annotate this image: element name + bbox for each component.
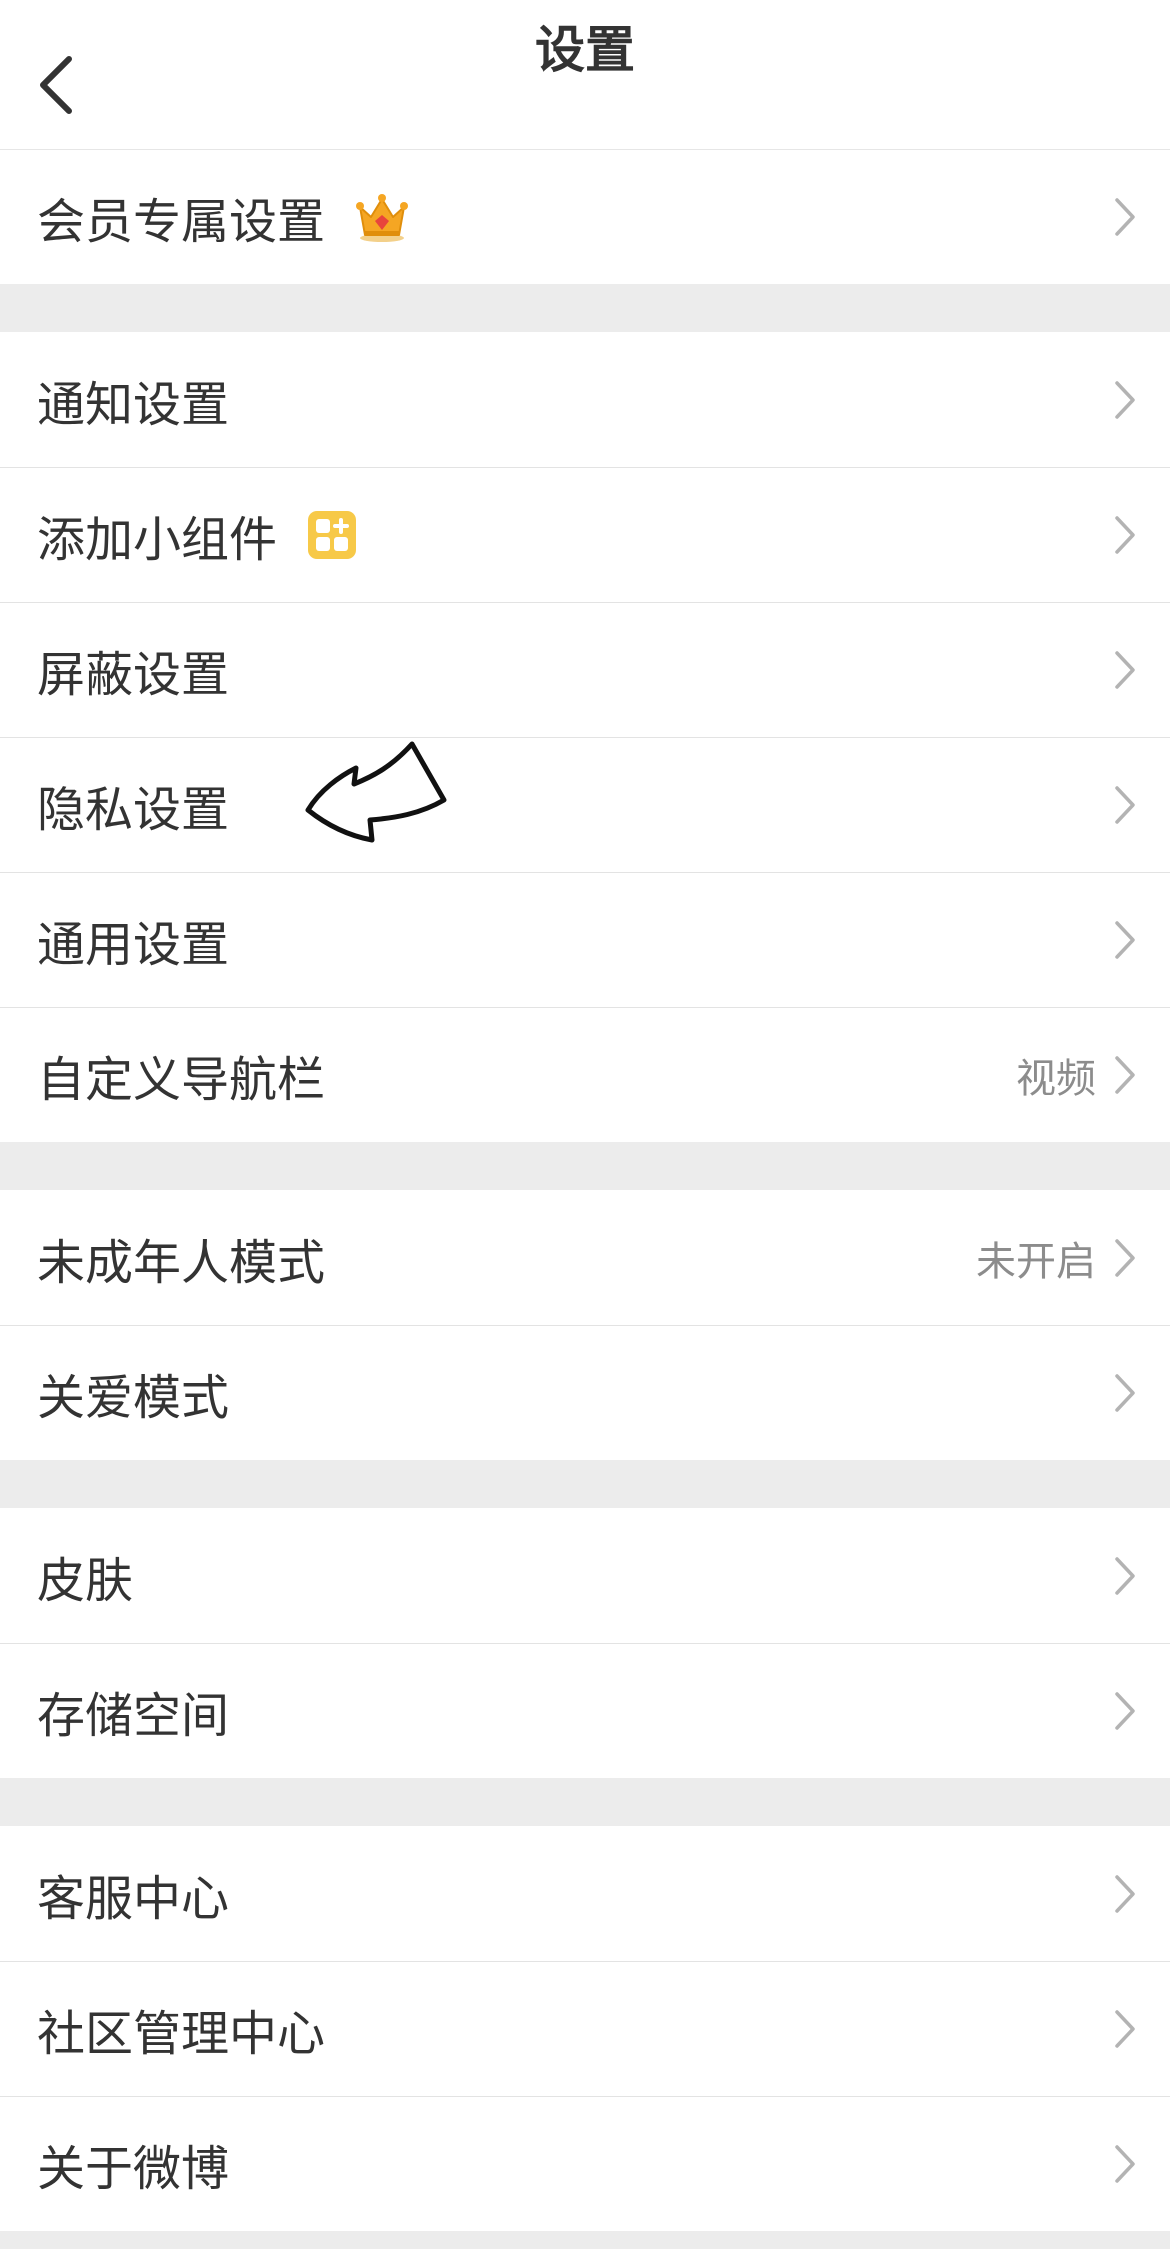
section-separator: [0, 1460, 1170, 1508]
row-label: 客服中心: [37, 1870, 230, 1927]
section-separator: [0, 1142, 1170, 1190]
section-separator: [0, 284, 1170, 332]
row-notification-settings[interactable]: 通知设置: [0, 332, 1170, 467]
row-right: [1110, 1689, 1140, 1733]
row-right: [1110, 378, 1140, 422]
row-right: [1110, 195, 1140, 239]
row-right: [1110, 1872, 1140, 1916]
row-label: 皮肤: [37, 1552, 134, 1609]
chevron-right-icon: [1110, 1236, 1140, 1280]
settings-group-vip: 会员专属设置: [0, 150, 1170, 284]
chevron-right-icon: [1110, 1872, 1140, 1916]
row-block-settings[interactable]: 屏蔽设置: [0, 602, 1170, 737]
page-title-wrap: 设置: [0, 0, 1170, 172]
row-label: 添加小组件: [37, 511, 278, 568]
chevron-right-icon: [1110, 513, 1140, 557]
row-vip-settings[interactable]: 会员专属设置: [0, 150, 1170, 284]
settings-group-appearance: 皮肤 存储空间: [0, 1508, 1170, 1778]
row-label: 会员专属设置: [37, 194, 326, 250]
row-label: 自定义导航栏: [37, 1051, 326, 1108]
row-add-widget[interactable]: 添加小组件: [0, 467, 1170, 602]
row-custom-navbar[interactable]: 自定义导航栏 视频: [0, 1007, 1170, 1142]
row-label: 社区管理中心: [37, 2005, 326, 2062]
row-skin[interactable]: 皮肤: [0, 1508, 1170, 1643]
row-right: [1110, 648, 1140, 692]
row-right: [1110, 1554, 1140, 1598]
row-community-center[interactable]: 社区管理中心: [0, 1961, 1170, 2096]
row-label: 未成年人模式: [37, 1234, 326, 1291]
row-label: 通知设置: [37, 376, 230, 433]
row-right: [1110, 513, 1140, 557]
chevron-right-icon: [1110, 1554, 1140, 1598]
widget-grid-icon: [307, 510, 357, 560]
row-label: 通用设置: [37, 916, 230, 973]
row-customer-service[interactable]: 客服中心: [0, 1826, 1170, 1961]
row-label: 屏蔽设置: [37, 646, 230, 703]
page-title: 设置: [535, 21, 635, 79]
row-value: 视频: [1016, 1055, 1096, 1102]
row-right: 未开启: [976, 1229, 1140, 1287]
chevron-right-icon: [1110, 378, 1140, 422]
settings-group-main: 通知设置 添加小组件 屏蔽设置 隐私设置 通用设置 自定义导航栏 视频: [0, 332, 1170, 1142]
chevron-right-icon: [1110, 1689, 1140, 1733]
row-general-settings[interactable]: 通用设置: [0, 872, 1170, 1007]
crown-icon: [355, 191, 409, 243]
chevron-right-icon: [1110, 1371, 1140, 1415]
row-right: 视频: [1016, 1046, 1140, 1104]
chevron-right-icon: [1110, 1053, 1140, 1097]
settings-group-modes: 未成年人模式 未开启 关爱模式: [0, 1190, 1170, 1460]
row-label: 关于微博: [37, 2140, 230, 2197]
row-value: 未开启: [976, 1238, 1096, 1285]
nav-bar: 设置: [0, 0, 1170, 150]
chevron-right-icon: [1110, 2142, 1140, 2186]
row-right: [1110, 2007, 1140, 2051]
row-storage[interactable]: 存储空间: [0, 1643, 1170, 1778]
chevron-right-icon: [1110, 195, 1140, 239]
row-privacy-settings[interactable]: 隐私设置: [0, 737, 1170, 872]
row-minor-mode[interactable]: 未成年人模式 未开启: [0, 1190, 1170, 1325]
section-separator: [0, 1778, 1170, 1826]
chevron-right-icon: [1110, 783, 1140, 827]
row-right: [1110, 1371, 1140, 1415]
row-right: [1110, 783, 1140, 827]
chevron-right-icon: [1110, 2007, 1140, 2051]
chevron-right-icon: [1110, 648, 1140, 692]
row-about-weibo[interactable]: 关于微博: [0, 2096, 1170, 2231]
row-right: [1110, 918, 1140, 962]
settings-group-support: 客服中心 社区管理中心 关于微博: [0, 1826, 1170, 2231]
row-right: [1110, 2142, 1140, 2186]
bottom-separator: [0, 2231, 1170, 2249]
row-care-mode[interactable]: 关爱模式: [0, 1325, 1170, 1460]
chevron-right-icon: [1110, 918, 1140, 962]
row-label: 隐私设置: [37, 781, 230, 838]
row-label: 存储空间: [37, 1687, 230, 1744]
row-label: 关爱模式: [37, 1369, 230, 1426]
